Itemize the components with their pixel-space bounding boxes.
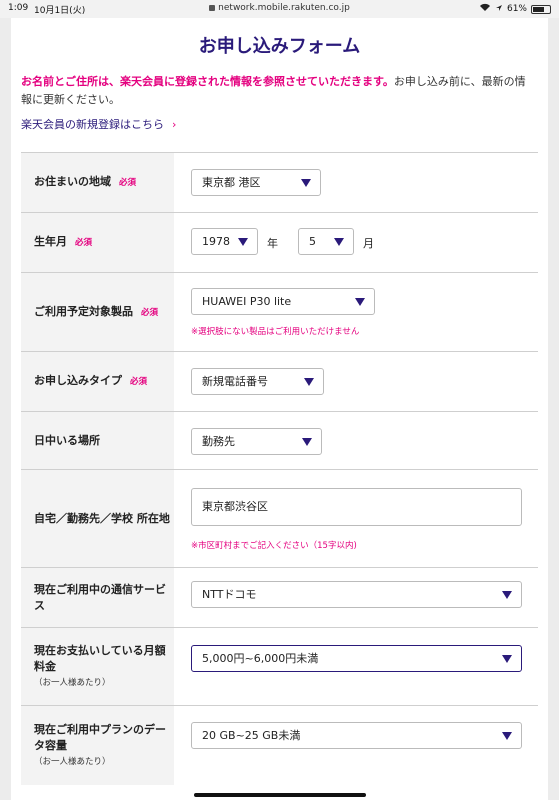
product-hint: ※選択肢にない製品はご利用いただけません: [191, 327, 360, 337]
birth-year-select[interactable]: 1978: [191, 228, 258, 255]
birth-year-value: 1978: [202, 235, 230, 248]
monthly-label-text: 現在お支払いしている月額料金: [34, 643, 166, 673]
apply-type-select-value: 新規電話番号: [202, 375, 268, 388]
battery-percent: 61%: [506, 4, 527, 14]
region-label: お住まいの地域 必須: [21, 153, 174, 212]
required-badge: 必須: [75, 238, 93, 248]
row-daytime: 日中いる場所 勤務先: [21, 411, 538, 469]
dropdown-arrow-icon: [355, 298, 365, 306]
location-hint: ※市区町村までご記入ください（15字以内): [191, 541, 357, 551]
required-badge: 必須: [130, 377, 148, 387]
row-carrier: 現在ご利用中の通信サービス NTTドコモ: [21, 567, 538, 627]
data-label: 現在ご利用中プランのデータ容量 （お一人様あたり）: [21, 706, 174, 785]
location-icon: [495, 4, 503, 15]
carrier-label-text: 現在ご利用中の通信サービス: [34, 582, 166, 612]
region-select[interactable]: 東京都 港区: [191, 169, 321, 196]
location-input[interactable]: 東京都渋谷区: [191, 488, 522, 526]
notice-emphasis: お名前とご住所は、楽天会員に登録された情報を参照させていただきます。: [21, 75, 394, 88]
daytime-label-text: 日中いる場所: [34, 433, 100, 447]
data-select-value: 20 GB~25 GB未満: [202, 729, 301, 742]
apply-type-label: お申し込みタイプ 必須: [21, 352, 174, 411]
product-label: ご利用予定対象製品 必須: [21, 273, 174, 351]
birth-label: 生年月 必須: [21, 213, 174, 272]
region-label-text: お住まいの地域: [34, 175, 111, 188]
birth-month-select[interactable]: 5: [298, 228, 354, 255]
daytime-select-value: 勤務先: [202, 435, 235, 448]
carrier-select-value: NTTドコモ: [202, 588, 257, 601]
carrier-select[interactable]: NTTドコモ: [191, 581, 522, 608]
required-badge: 必須: [119, 178, 137, 188]
row-product: ご利用予定対象製品 必須 HUAWEI P30 lite ※選択肢にない製品はご利…: [21, 272, 538, 351]
home-indicator[interactable]: [194, 793, 366, 797]
monthly-label-sub: （お一人様あたり）: [34, 677, 111, 688]
address-bar[interactable]: network.mobile.rakuten.co.jp: [0, 3, 559, 13]
location-label: 自宅／勤務先／学校 所在地: [21, 470, 174, 567]
dropdown-arrow-icon: [334, 238, 344, 246]
status-bar: 1:09 10月1日(火) network.mobile.rakuten.co.…: [0, 0, 559, 18]
monthly-select-value: 5,000円~6,000円未満: [202, 652, 319, 665]
notice-text: お名前とご住所は、楽天会員に登録された情報を参照させていただきます。お申し込み前…: [21, 73, 536, 109]
month-unit: 月: [363, 237, 374, 250]
apply-type-select[interactable]: 新規電話番号: [191, 368, 324, 395]
dropdown-arrow-icon: [502, 655, 512, 663]
birth-label-text: 生年月: [34, 235, 67, 248]
daytime-label: 日中いる場所: [21, 412, 174, 469]
url-text: network.mobile.rakuten.co.jp: [218, 3, 350, 13]
monthly-select[interactable]: 5,000円~6,000円未満: [191, 645, 522, 672]
form-table: お住まいの地域 必須 東京都 港区 生年月 必須 1978 年 5 月 ご利用予…: [21, 152, 538, 785]
daytime-select[interactable]: 勤務先: [191, 428, 322, 455]
product-label-text: ご利用予定対象製品: [34, 304, 133, 318]
row-birth: 生年月 必須 1978 年 5 月: [21, 212, 538, 272]
dropdown-arrow-icon: [301, 179, 311, 187]
apply-type-label-text: お申し込みタイプ: [34, 374, 122, 387]
signup-link[interactable]: 楽天会員の新規登録はこちら ›: [21, 116, 176, 132]
year-unit: 年: [267, 237, 278, 250]
dropdown-arrow-icon: [238, 238, 248, 246]
dropdown-arrow-icon: [502, 732, 512, 740]
row-apply-type: お申し込みタイプ 必須 新規電話番号: [21, 351, 538, 411]
signup-link-label: 楽天会員の新規登録はこちら: [21, 118, 164, 131]
page-title: お申し込みフォーム: [198, 36, 361, 57]
lock-icon: [209, 4, 216, 11]
data-select[interactable]: 20 GB~25 GB未満: [191, 722, 522, 749]
form-page: お申し込みフォーム お名前とご住所は、楽天会員に登録された情報を参照させていただ…: [11, 18, 548, 800]
product-select-value: HUAWEI P30 lite: [202, 295, 292, 308]
data-label-sub: （お一人様あたり）: [34, 756, 111, 767]
carrier-label: 現在ご利用中の通信サービス: [21, 568, 174, 627]
row-region: お住まいの地域 必須 東京都 港区: [21, 152, 538, 212]
dropdown-arrow-icon: [304, 378, 314, 386]
location-label-text: 自宅／勤務先／学校 所在地: [34, 511, 170, 525]
row-monthly: 現在お支払いしている月額料金 （お一人様あたり） 5,000円~6,000円未満: [21, 627, 538, 705]
wifi-icon: [479, 3, 491, 15]
product-select[interactable]: HUAWEI P30 lite: [191, 288, 375, 315]
status-indicators: 61%: [479, 3, 551, 15]
required-badge: 必須: [141, 307, 159, 318]
region-select-value: 東京都 港区: [202, 176, 261, 189]
dropdown-arrow-icon: [502, 591, 512, 599]
dropdown-arrow-icon: [302, 438, 312, 446]
monthly-label: 現在お支払いしている月額料金 （お一人様あたり）: [21, 628, 174, 705]
battery-icon: [531, 4, 551, 14]
birth-month-value: 5: [309, 235, 316, 248]
chevron-right-icon: ›: [172, 118, 177, 131]
data-label-text: 現在ご利用中プランのデータ容量: [34, 722, 166, 752]
row-data: 現在ご利用中プランのデータ容量 （お一人様あたり） 20 GB~25 GB未満: [21, 705, 538, 785]
row-location: 自宅／勤務先／学校 所在地 東京都渋谷区 ※市区町村までご記入ください（15字以…: [21, 469, 538, 567]
